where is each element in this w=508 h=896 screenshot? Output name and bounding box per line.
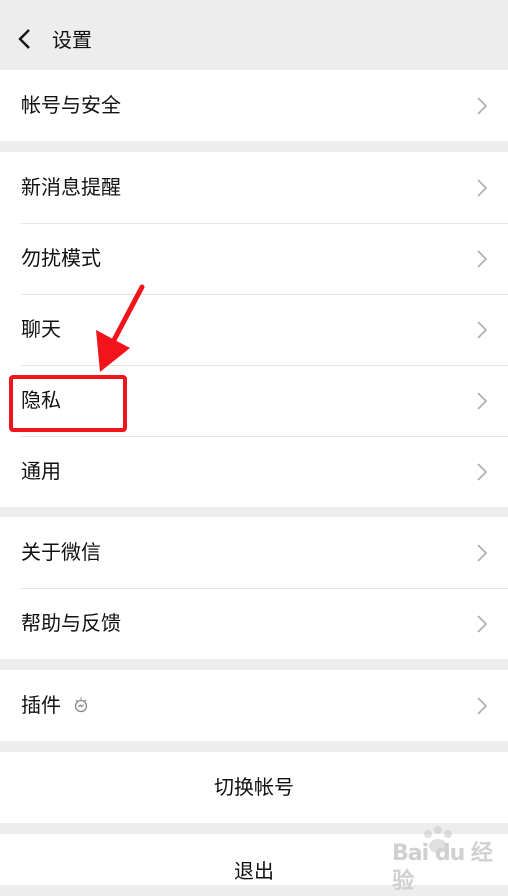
settings-item-label: 插件 — [21, 693, 61, 717]
chevron-right-icon — [477, 392, 488, 410]
chevron-right-icon — [477, 179, 488, 197]
settings-item-label: 新消息提醒 — [21, 175, 121, 199]
settings-item-label: 勿扰模式 — [21, 246, 101, 270]
watermark-text: Bai du 经验 — [392, 841, 493, 894]
settings-item-about-wechat[interactable]: 关于微信 — [0, 517, 508, 588]
settings-item-label: 通用 — [21, 459, 61, 483]
settings-item-help-feedback[interactable]: 帮助与反馈 — [0, 588, 508, 659]
settings-item-label: 帐号与安全 — [21, 93, 121, 117]
settings-item-do-not-disturb[interactable]: 勿扰模式 — [0, 223, 508, 294]
settings-item-label: 关于微信 — [21, 540, 101, 564]
chevron-right-icon — [477, 321, 488, 339]
settings-group-about: 关于微信 帮助与反馈 — [0, 517, 508, 659]
page-title: 设置 — [52, 28, 92, 52]
chevron-right-icon — [477, 544, 488, 562]
highlight-box — [9, 375, 127, 432]
settings-item-chat[interactable]: 聊天 — [0, 294, 508, 365]
settings-item-plugins[interactable]: 插件 — [0, 670, 508, 741]
chevron-left-icon[interactable] — [14, 28, 36, 50]
header-bar: 设置 — [0, 0, 508, 70]
settings-item-general[interactable]: 通用 — [0, 436, 508, 507]
chevron-right-icon — [477, 463, 488, 481]
settings-group-general: 新消息提醒 勿扰模式 聊天 隐私 通用 — [0, 152, 508, 507]
chevron-right-icon — [477, 97, 488, 115]
chevron-right-icon — [477, 615, 488, 633]
settings-item-label: 聊天 — [21, 317, 61, 341]
plugin-icon — [74, 697, 88, 713]
chevron-right-icon — [477, 697, 488, 715]
settings-group-plugins: 插件 — [0, 670, 508, 741]
settings-group-account: 帐号与安全 — [0, 70, 508, 141]
settings-item-label: 帮助与反馈 — [21, 611, 121, 635]
settings-item-notifications[interactable]: 新消息提醒 — [0, 152, 508, 223]
settings-item-account-security[interactable]: 帐号与安全 — [0, 70, 508, 141]
switch-account-button[interactable]: 切换帐号 — [0, 752, 508, 823]
chevron-right-icon — [477, 250, 488, 268]
switch-account-label: 切换帐号 — [214, 775, 294, 799]
